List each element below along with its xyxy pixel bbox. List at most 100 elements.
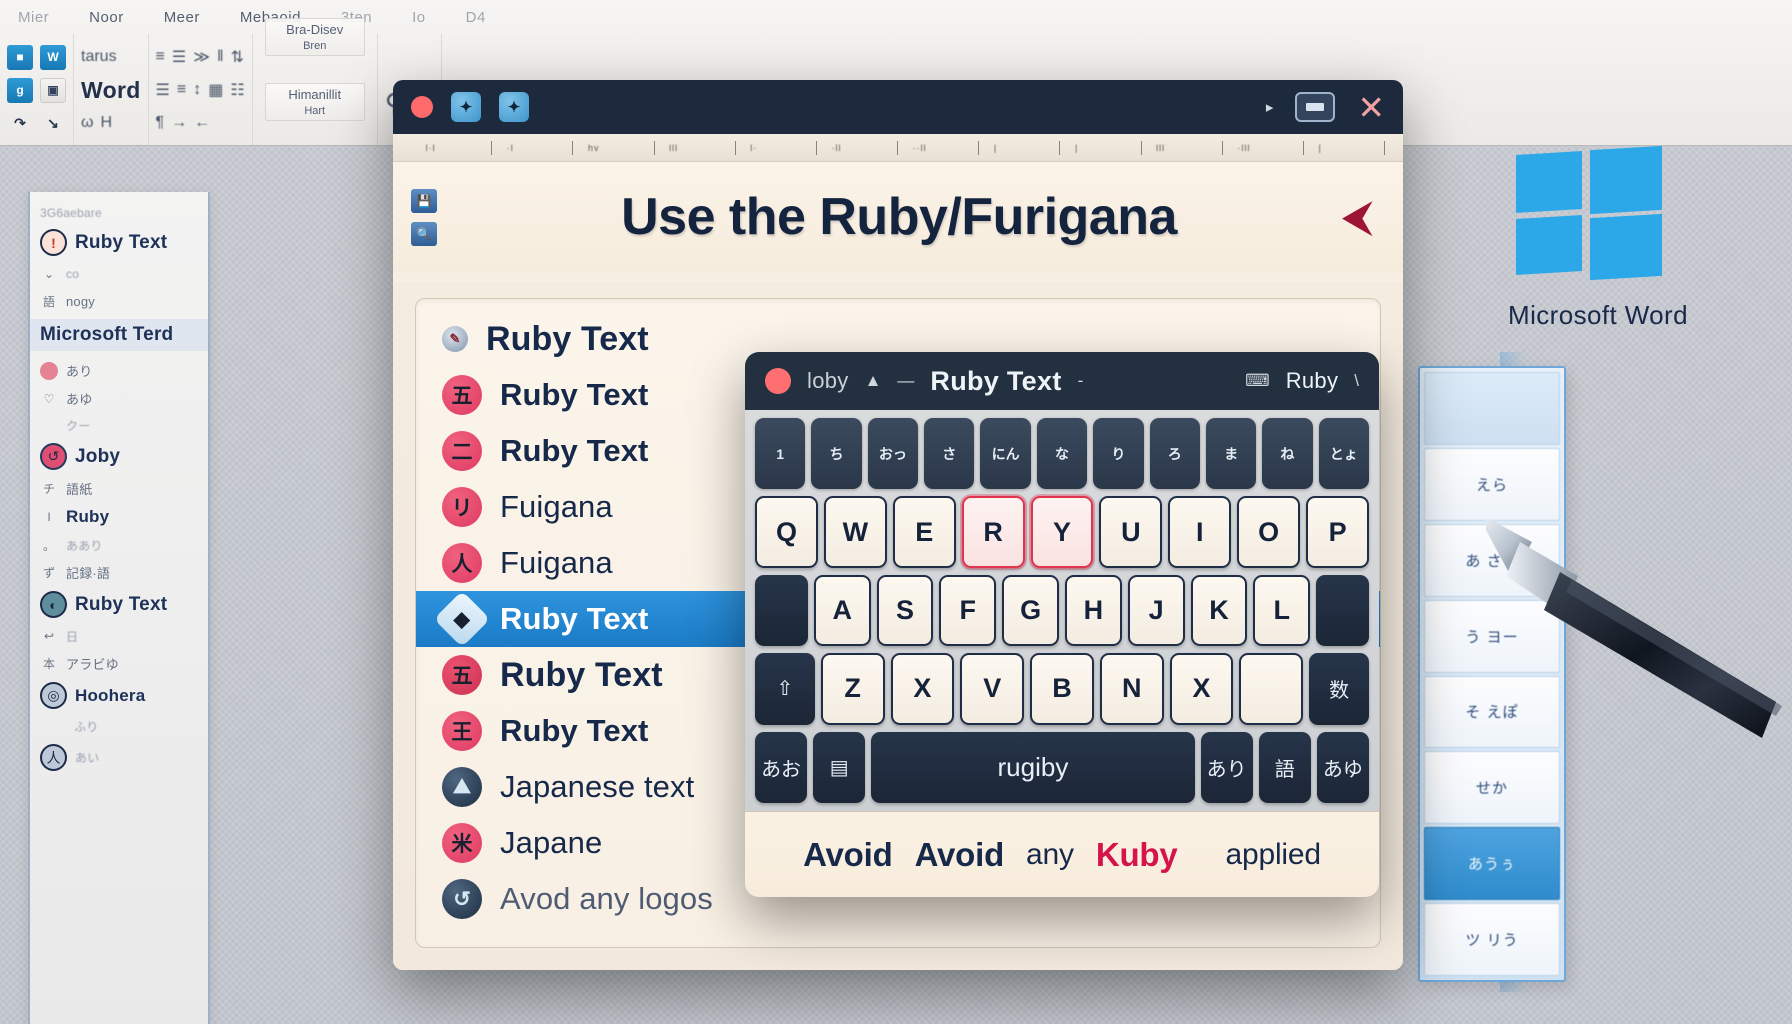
key-num-3[interactable]: さ xyxy=(924,418,975,490)
triangle-up-icon[interactable]: ▲ xyxy=(865,371,882,391)
key-b[interactable]: B xyxy=(1030,653,1094,725)
right-side-panel[interactable]: えら あ さり う ヨー そ えぽ せか あうぅ ツ リう xyxy=(1418,366,1566,982)
list-item[interactable]: チ 語紙 xyxy=(40,479,198,498)
ribbon-tab-5[interactable]: Io xyxy=(412,9,426,26)
number-list-icon[interactable]: ☰ xyxy=(172,47,186,67)
align-center-icon[interactable]: ≡ xyxy=(177,81,186,99)
key-u[interactable]: U xyxy=(1099,496,1163,568)
ribbon-row[interactable]: ≡ ☰ ≫ ‖ ⇅ xyxy=(156,42,245,72)
panel-row-7[interactable]: ツ リう xyxy=(1424,903,1560,976)
search-icon[interactable]: 🔍 xyxy=(411,221,437,246)
format-icon[interactable]: W xyxy=(40,44,66,70)
key-num-8[interactable]: ま xyxy=(1205,418,1257,490)
key-x2[interactable]: X xyxy=(1169,653,1234,725)
language-key[interactable]: 語 xyxy=(1258,731,1311,804)
main-window-titlebar[interactable]: ✦ ✦ ▸ ✕ xyxy=(393,80,1403,134)
list-item[interactable]: ↩ 日 xyxy=(40,627,198,645)
keyboard-space-row[interactable]: あお ▤ rugiby あり 語 あゆ xyxy=(755,731,1369,804)
panel-row-5[interactable]: せか xyxy=(1424,751,1560,825)
key-w[interactable]: W xyxy=(823,496,887,568)
ribbon-row[interactable]: ↷ ↘ xyxy=(7,108,66,138)
list-item[interactable]: ず 記録·語 xyxy=(40,563,198,582)
close-dot-icon[interactable] xyxy=(411,96,433,118)
list-item[interactable]: ⌄ co xyxy=(40,265,198,283)
list-item-ruby[interactable]: I Ruby xyxy=(40,507,198,527)
key-num-7[interactable]: ろ xyxy=(1149,418,1200,490)
key-num-6[interactable]: り xyxy=(1093,418,1144,490)
keyboard-bottom-row[interactable]: ⇧ Z X V B N X 数 xyxy=(754,653,1370,725)
key-a[interactable]: A xyxy=(813,574,871,647)
clipboard-expand-icon[interactable]: ↷ xyxy=(7,111,33,136)
list-item[interactable]: 語 nogy xyxy=(40,292,198,310)
ribbon-group-paragraph[interactable]: ≡ ☰ ≫ ‖ ⇅ ☰ ≡ ↕ ▦ ☷ ¶ → ← xyxy=(149,34,253,145)
key-num-5[interactable]: な xyxy=(1036,418,1088,490)
keyboard-number-row[interactable]: 1 ち おっ さ にん な り ろ ま ね とょ xyxy=(755,418,1369,490)
list-item-hoohera[interactable]: ◎ Hoohera xyxy=(40,682,198,709)
list-item-microsoft-terd[interactable]: Microsoft Terd xyxy=(30,319,208,351)
key-l[interactable]: L xyxy=(1253,574,1311,647)
key-num-9[interactable]: ね xyxy=(1262,418,1313,490)
save-icon[interactable]: 💾 xyxy=(411,188,437,213)
key-v[interactable]: V xyxy=(960,653,1025,725)
document-left-pane[interactable]: 3G6aebare ! Ruby Text ⌄ co 語 nogy Micros… xyxy=(28,192,210,1024)
panel-row-6-selected[interactable]: あうぅ xyxy=(1424,827,1560,901)
app-icon-2[interactable]: ✦ xyxy=(499,92,529,122)
dictionary-key[interactable]: ▤ xyxy=(813,731,866,804)
keyboard-icon[interactable]: ⌨ xyxy=(1245,371,1270,391)
panel-row-1[interactable]: えら xyxy=(1424,447,1560,521)
app-icon-1[interactable]: ✦ xyxy=(451,92,481,122)
window-controls[interactable]: ▸ ✕ xyxy=(1266,91,1385,124)
ribbon-group-styles[interactable]: Fitgabar 3001 Forsnar 1205 Bra-Disev Bre… xyxy=(253,18,378,145)
key-q[interactable]: Q xyxy=(755,496,818,568)
ribbon-tab-0[interactable]: Mier xyxy=(18,9,49,26)
key-r[interactable]: R xyxy=(961,496,1025,568)
ribbon-group-clipboard[interactable]: ■ W g ▣ ↷ ↘ xyxy=(0,34,74,145)
ribbon-row[interactable]: g ▣ xyxy=(7,75,66,105)
close-dot-icon[interactable] xyxy=(765,368,791,394)
ribbon-tab-1[interactable]: Noor xyxy=(89,9,124,26)
ribbon-tab-6[interactable]: D4 xyxy=(466,9,486,26)
list-item[interactable]: 。 ああり xyxy=(40,536,198,554)
copy-icon[interactable]: g xyxy=(7,77,33,103)
style-card-2[interactable]: Bra-Disev Bren xyxy=(264,18,365,56)
key-j[interactable]: J xyxy=(1127,574,1185,647)
indent-icon[interactable]: ≫ xyxy=(193,47,210,67)
ribbon-tab-2[interactable]: Meer xyxy=(164,9,200,26)
minimize-icon[interactable]: ▸ xyxy=(1266,98,1274,116)
key-z[interactable]: Z xyxy=(820,653,885,725)
keyboard-top-row[interactable]: Q W E R Y U I O P xyxy=(755,496,1370,568)
kana-toggle-key[interactable]: あお xyxy=(755,731,808,804)
panel-row-3[interactable]: う ヨー xyxy=(1424,599,1560,673)
ribbon-row[interactable]: ■ W xyxy=(7,42,66,72)
align-icon[interactable]: ‖ xyxy=(217,48,224,66)
keyboard-titlebar[interactable]: loby ▲ — Ruby Text - ⌨ Ruby \ xyxy=(745,352,1379,410)
key-i[interactable]: I xyxy=(1168,496,1232,568)
header-icon-stack[interactable]: 💾 🔍 xyxy=(411,188,455,246)
key-k[interactable]: K xyxy=(1190,574,1248,647)
rtl-icon[interactable]: ← xyxy=(194,114,210,132)
style-card-3[interactable]: Himanillit Hart xyxy=(264,83,365,121)
ribbon-row-word[interactable]: Word xyxy=(81,75,141,105)
key-num-0[interactable]: 1 xyxy=(755,418,806,490)
panel-row-0[interactable] xyxy=(1424,372,1560,445)
list-item-ruby-text[interactable]: ! Ruby Text xyxy=(40,229,198,256)
align-left-icon[interactable]: ☰ xyxy=(156,80,170,100)
cut-icon[interactable]: ▣ xyxy=(40,77,66,103)
list-item[interactable]: 人 あい xyxy=(40,744,198,771)
keyboard-keys[interactable]: 1 ち おっ さ にん な り ろ ま ね とょ Q W E R Y U I O… xyxy=(745,410,1379,811)
document-ruler[interactable]: l·l ·l hv lll l· ·ll ··ll | | lll ·lll | xyxy=(393,134,1403,162)
paste-icon[interactable]: ■ xyxy=(7,44,33,70)
ribbon-row[interactable]: tarus xyxy=(81,42,141,72)
ribbon-row[interactable]: ¶ → ← xyxy=(156,108,245,138)
line-spacing-icon[interactable]: ↕ xyxy=(193,81,201,99)
list-item[interactable]: クー xyxy=(40,417,198,434)
key-g[interactable]: G xyxy=(1002,574,1059,647)
key-num-4[interactable]: にん xyxy=(980,418,1031,490)
list-item[interactable]: ふり xyxy=(40,718,198,735)
list-item-ruby-text-2[interactable]: ◐ Ruby Text xyxy=(40,591,198,618)
borders-icon[interactable]: ☷ xyxy=(230,80,244,100)
clipboard-arrow-icon[interactable]: ↘ xyxy=(40,111,66,136)
panel-row-2[interactable]: あ さり xyxy=(1424,523,1560,597)
enter-key[interactable]: あゆ xyxy=(1316,731,1369,804)
list-item[interactable]: あり xyxy=(40,361,198,380)
